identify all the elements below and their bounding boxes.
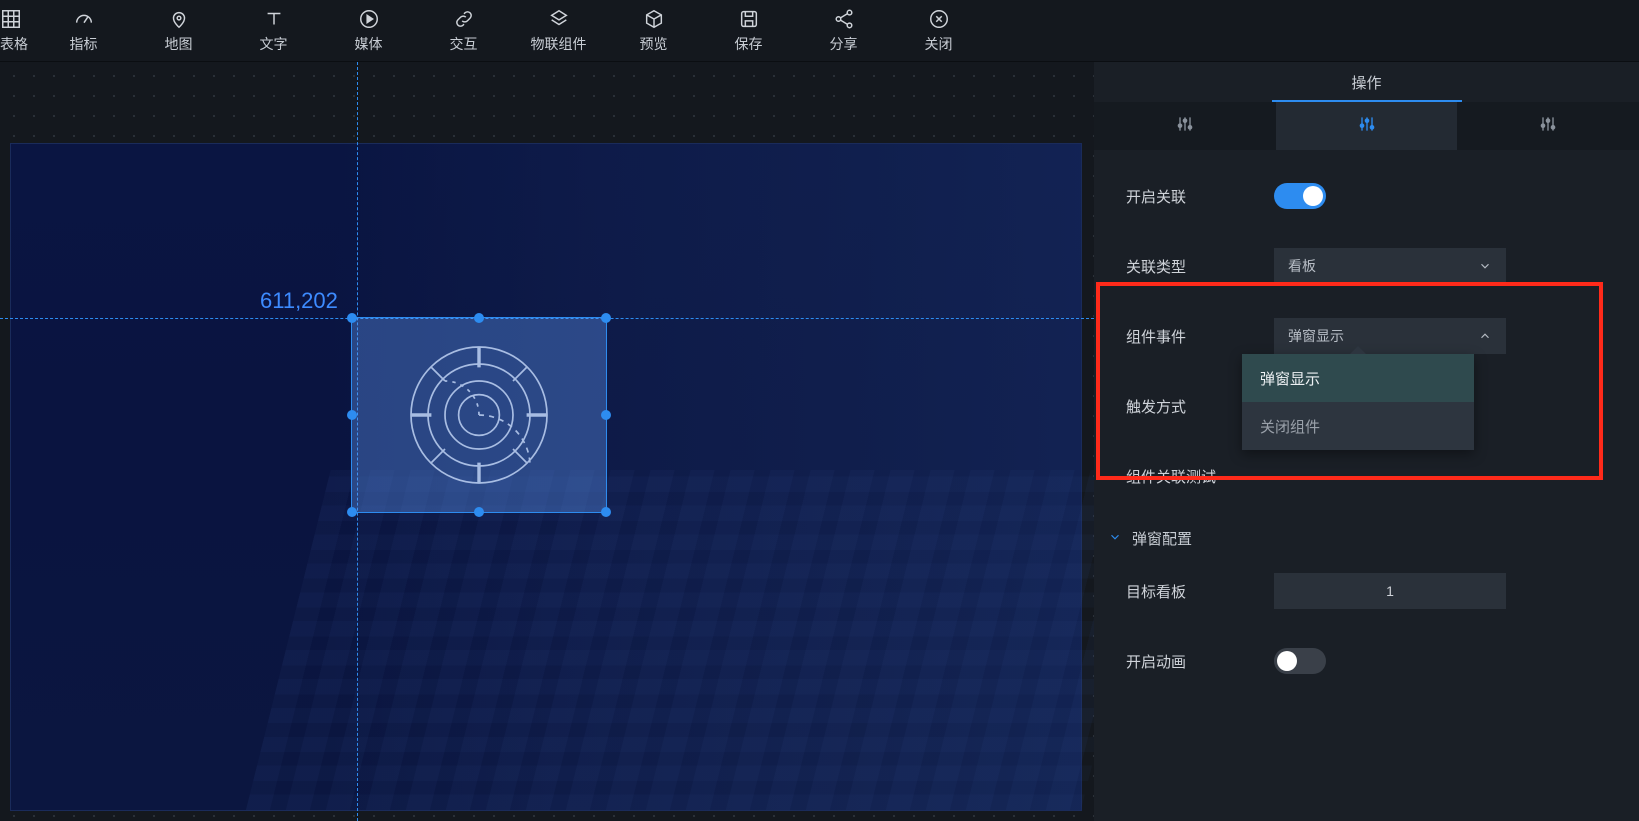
- toolbar-label: 分享: [830, 34, 858, 54]
- sliders-icon: [1175, 114, 1195, 139]
- text-icon: [263, 8, 285, 30]
- row-enable-anim: 开启动画: [1126, 643, 1607, 679]
- resize-handle[interactable]: [474, 507, 484, 517]
- tech-circle-icon: [352, 318, 606, 512]
- save-icon: [738, 8, 760, 30]
- toolbar-label: 物联组件: [531, 34, 587, 54]
- section-label: 弹窗配置: [1132, 528, 1192, 549]
- subtab-2[interactable]: [1276, 102, 1458, 150]
- field-label: 组件关联测试: [1126, 466, 1274, 487]
- sliders-icon: [1357, 114, 1377, 139]
- input-target-board[interactable]: 1: [1274, 573, 1506, 609]
- gauge-icon: [73, 8, 95, 30]
- field-label: 关联类型: [1126, 256, 1274, 277]
- canvas-area[interactable]: 611,202: [0, 62, 1094, 821]
- toolbar-text[interactable]: 文字: [226, 0, 321, 62]
- field-label: 目标看板: [1126, 581, 1274, 602]
- chevron-down-icon: [1478, 259, 1492, 273]
- dropdown-option[interactable]: 关闭组件: [1242, 402, 1474, 450]
- resize-handle[interactable]: [601, 507, 611, 517]
- toolbar-interact[interactable]: 交互: [416, 0, 511, 62]
- close-circle-icon: [928, 8, 950, 30]
- toggle-enable-link[interactable]: [1274, 183, 1326, 209]
- resize-handle[interactable]: [347, 410, 357, 420]
- select-comp-event[interactable]: 弹窗显示: [1274, 318, 1506, 354]
- toolbar-label: 保存: [735, 34, 763, 54]
- link-icon: [453, 8, 475, 30]
- row-target-board: 目标看板 1: [1126, 573, 1607, 609]
- select-link-type[interactable]: 看板: [1274, 248, 1506, 284]
- field-label: 组件事件: [1126, 326, 1274, 347]
- select-value: 看板: [1288, 256, 1316, 276]
- row-enable-link: 开启关联: [1126, 178, 1607, 214]
- resize-handle[interactable]: [601, 410, 611, 420]
- toolbar-preview[interactable]: 预览: [606, 0, 701, 62]
- toolbar-label: 地图: [165, 34, 193, 54]
- toolbar-save[interactable]: 保存: [701, 0, 796, 62]
- toolbar-label: 文字: [260, 34, 288, 54]
- panel-subtabs: [1094, 102, 1639, 150]
- input-value: 1: [1386, 583, 1394, 599]
- grid-icon: [0, 8, 22, 30]
- toolbar-table[interactable]: 表格: [0, 0, 36, 62]
- resize-handle[interactable]: [347, 507, 357, 517]
- toolbar-label: 表格: [0, 34, 28, 54]
- toolbar-label: 关闭: [925, 34, 953, 54]
- toggle-enable-anim[interactable]: [1274, 648, 1326, 674]
- properties-panel: 操作 开启关联 关联类型 看板: [1094, 62, 1639, 821]
- field-label: 开启关联: [1126, 186, 1274, 207]
- toolbar-iot[interactable]: 物联组件: [511, 0, 606, 62]
- row-comp-link-test: 组件关联测试: [1126, 458, 1607, 494]
- iot-icon: [548, 8, 570, 30]
- coordinate-label: 611,202: [260, 288, 338, 314]
- toolbar-indicator[interactable]: 指标: [36, 0, 131, 62]
- toolbar-share[interactable]: 分享: [796, 0, 891, 62]
- toolbar-label: 预览: [640, 34, 668, 54]
- section-popup-config[interactable]: 弹窗配置: [1108, 528, 1607, 549]
- dropdown-option[interactable]: 弹窗显示: [1242, 354, 1474, 402]
- resize-handle[interactable]: [347, 313, 357, 323]
- toolbar-label: 媒体: [355, 34, 383, 54]
- dropdown-comp-event: 弹窗显示 关闭组件: [1242, 354, 1474, 450]
- toolbar-label: 交互: [450, 34, 478, 54]
- resize-handle[interactable]: [474, 313, 484, 323]
- row-link-type: 关联类型 看板: [1126, 248, 1607, 284]
- top-toolbar: 表格 指标 地图 文字 媒体 交互 物联组件: [0, 0, 1639, 62]
- subtab-1[interactable]: [1094, 102, 1276, 150]
- share-icon: [833, 8, 855, 30]
- select-value: 弹窗显示: [1288, 326, 1344, 346]
- pin-icon: [168, 8, 190, 30]
- toolbar-media[interactable]: 媒体: [321, 0, 416, 62]
- subtab-3[interactable]: [1457, 102, 1639, 150]
- row-comp-event: 组件事件 弹窗显示: [1126, 318, 1607, 354]
- chevron-down-icon: [1108, 530, 1122, 548]
- sliders-icon: [1538, 114, 1558, 139]
- resize-handle[interactable]: [601, 313, 611, 323]
- toolbar-label: 指标: [70, 34, 98, 54]
- panel-title: 操作: [1094, 62, 1639, 102]
- cube-icon: [643, 8, 665, 30]
- toolbar-close[interactable]: 关闭: [891, 0, 986, 62]
- chevron-up-icon: [1478, 329, 1492, 343]
- field-label: 开启动画: [1126, 651, 1274, 672]
- play-icon: [358, 8, 380, 30]
- selected-component[interactable]: [352, 318, 606, 512]
- toolbar-map[interactable]: 地图: [131, 0, 226, 62]
